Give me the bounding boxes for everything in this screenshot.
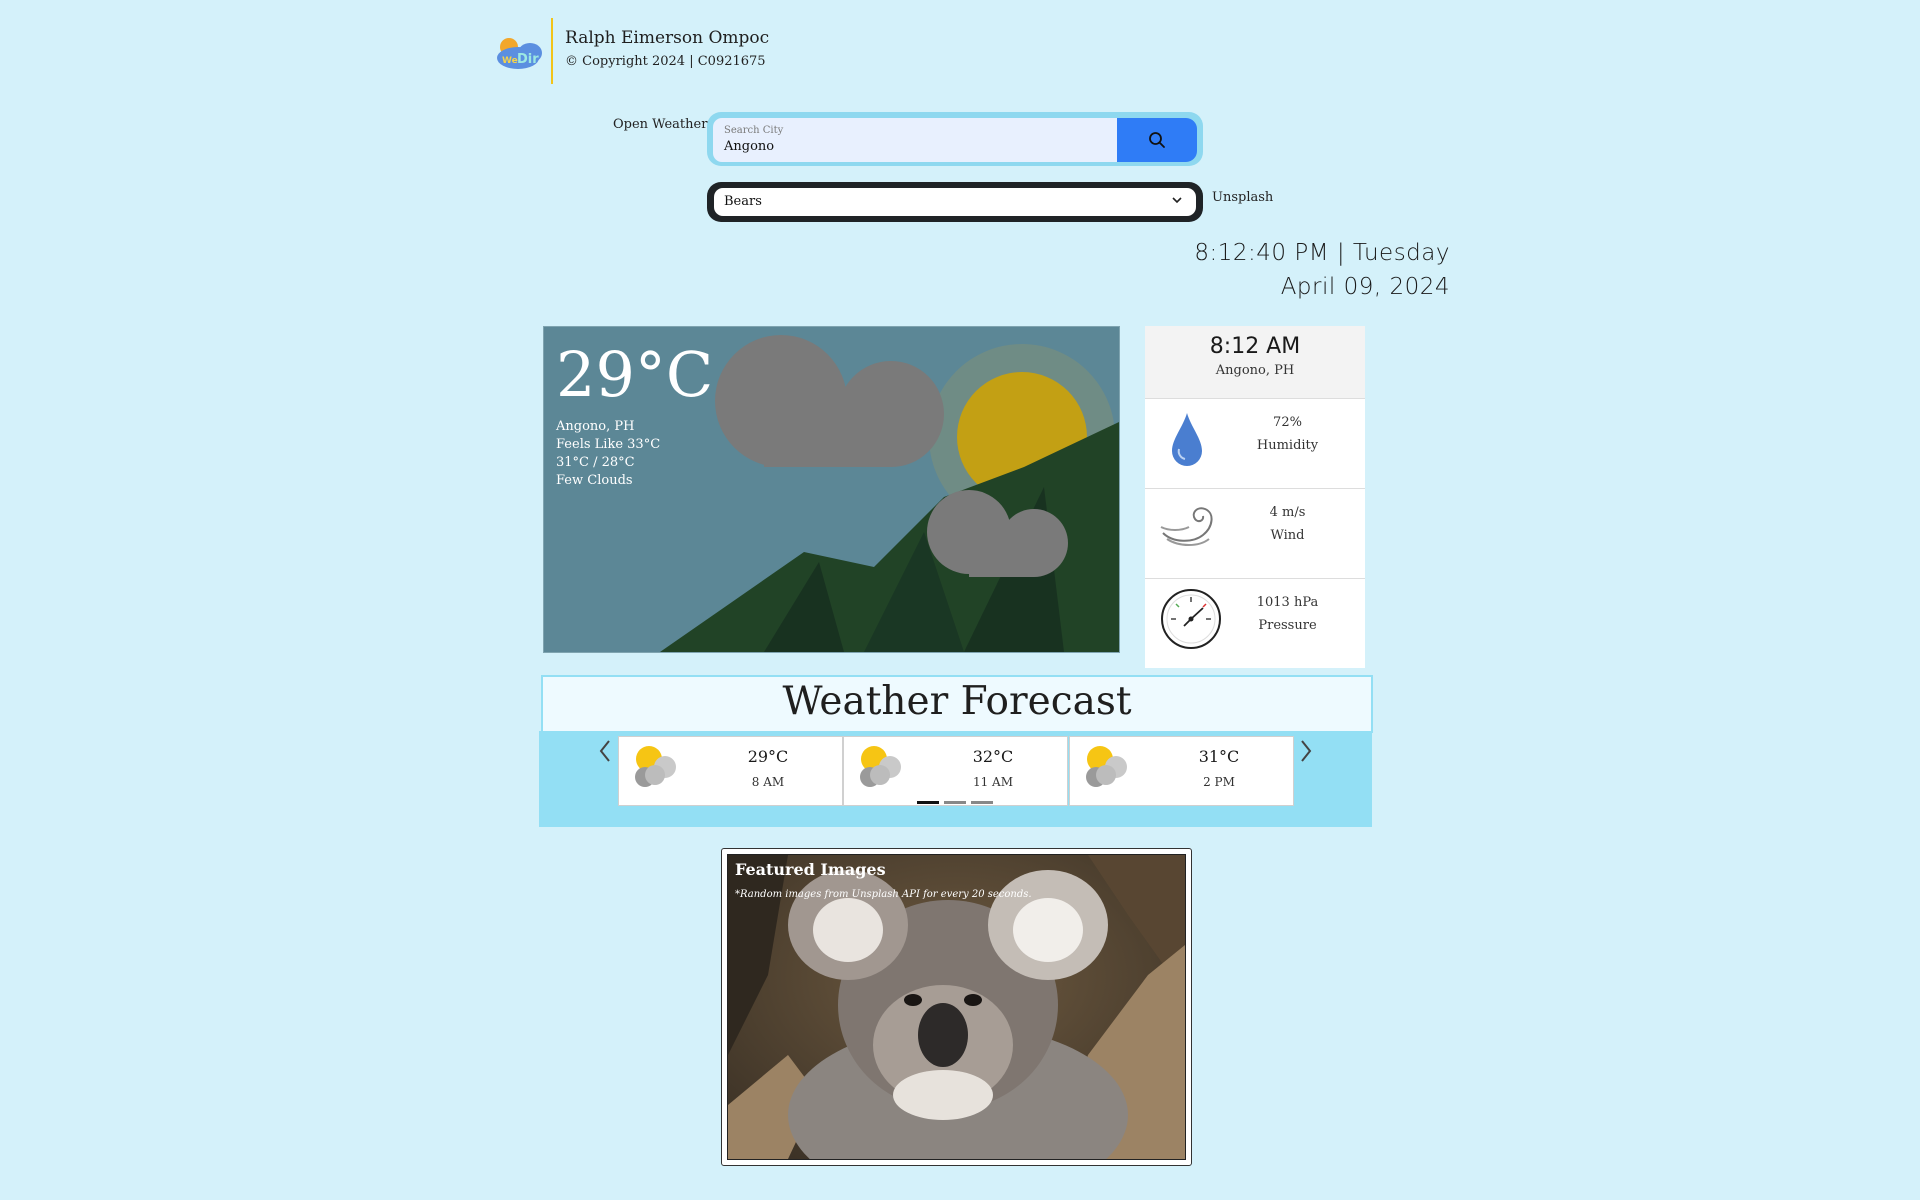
author-name: Ralph Eimerson Ompoc bbox=[565, 28, 770, 48]
partly-cloudy-icon bbox=[860, 746, 901, 787]
current-temperature: 29°C bbox=[556, 338, 714, 411]
search-button[interactable] bbox=[1117, 118, 1197, 162]
pressure-label: Pressure bbox=[1258, 618, 1317, 633]
water-drop-icon bbox=[1172, 413, 1202, 466]
carousel-next-icon[interactable] bbox=[1298, 738, 1314, 764]
feels-like: Feels Like 33°C bbox=[556, 437, 661, 452]
partly-cloudy-icon bbox=[1086, 746, 1127, 787]
image-provider-label: Unsplash bbox=[1212, 190, 1274, 205]
forecast-card[interactable]: 29°C 8 AM bbox=[618, 736, 843, 806]
app-logo: We Dir bbox=[496, 34, 546, 72]
forecast-time: 8 AM bbox=[751, 775, 785, 789]
featured-subtitle: *Random images from Unsplash API for eve… bbox=[735, 889, 1032, 900]
image-topic-select[interactable] bbox=[714, 188, 1196, 216]
carousel-indicator[interactable] bbox=[944, 801, 966, 804]
details-location: Angono, PH bbox=[1215, 363, 1295, 378]
carousel-indicator[interactable] bbox=[971, 801, 993, 804]
forecast-temp: 29°C bbox=[747, 747, 789, 766]
forecast-time: 11 AM bbox=[972, 775, 1014, 789]
forecast-title: Weather Forecast bbox=[782, 679, 1132, 724]
barometer-icon bbox=[1161, 589, 1221, 649]
search-value[interactable]: Angono bbox=[724, 139, 774, 154]
svg-text:We: We bbox=[502, 56, 518, 66]
search-icon bbox=[1149, 132, 1165, 148]
carousel-indicator[interactable] bbox=[917, 801, 939, 804]
local-time: 8:12 AM bbox=[1209, 334, 1301, 359]
current-location: Angono, PH bbox=[556, 419, 635, 434]
clock-time-day: 8:12:40 PM | Tuesday bbox=[1194, 240, 1450, 266]
wind-label: Wind bbox=[1270, 528, 1305, 543]
svg-text:Dir: Dir bbox=[517, 52, 539, 67]
humidity-value: 72% bbox=[1273, 415, 1302, 430]
header-divider bbox=[551, 18, 553, 84]
high-low-temp: 31°C / 28°C bbox=[556, 455, 635, 470]
wind-value: 4 m/s bbox=[1269, 505, 1306, 520]
forecast-temp: 32°C bbox=[972, 747, 1014, 766]
image-topic-value[interactable]: Bears bbox=[724, 194, 762, 209]
featured-title: Featured Images bbox=[735, 860, 886, 879]
copyright-text: © Copyright 2024 | C0921675 bbox=[565, 54, 766, 69]
chevron-down-icon[interactable] bbox=[1170, 193, 1184, 207]
wind-icon bbox=[1160, 507, 1213, 546]
forecast-card[interactable]: 31°C 2 PM bbox=[1069, 736, 1294, 806]
forecast-card[interactable]: 32°C 11 AM bbox=[843, 736, 1068, 806]
partly-cloudy-icon bbox=[635, 746, 676, 787]
humidity-label: Humidity bbox=[1256, 438, 1319, 453]
forecast-temp: 31°C bbox=[1198, 747, 1240, 766]
carousel-prev-icon[interactable] bbox=[597, 738, 613, 764]
weather-condition: Few Clouds bbox=[556, 473, 633, 488]
clock-date: April 09, 2024 bbox=[1280, 274, 1450, 300]
koala-photo bbox=[728, 855, 1185, 1159]
forecast-time: 2 PM bbox=[1203, 775, 1235, 789]
pressure-value: 1013 hPa bbox=[1256, 595, 1319, 610]
search-placeholder: Search City bbox=[724, 125, 784, 136]
weather-provider-label: Open Weather bbox=[613, 117, 708, 132]
